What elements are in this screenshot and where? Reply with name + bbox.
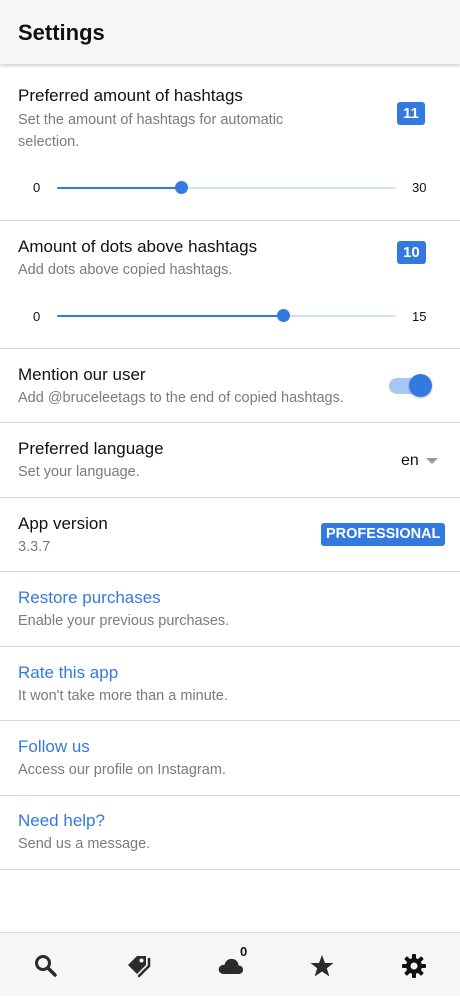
follow-us-link[interactable]: Follow us [18,737,90,757]
restore-purchases-item[interactable]: Restore purchases Enable your previous p… [0,572,460,646]
tab-bar: 0 [0,932,460,996]
page-title: Settings [18,20,105,45]
gear-icon [402,954,426,978]
setting-subtitle: It won't take more than a minute. [18,688,228,704]
follow-us-item[interactable]: Follow us Access our profile on Instagra… [0,721,460,795]
setting-title: Preferred amount of hashtags [18,86,243,105]
version-number: 3.3.7 [18,539,51,555]
setting-title: Amount of dots above hashtags [18,237,258,256]
setting-subtitle: Set your language. [18,464,140,480]
language-select-value[interactable]: en [401,452,419,470]
setting-subtitle: Enable your previous purchases. [18,613,230,629]
rate-app-item[interactable]: Rate this app It won't take more than a … [0,647,460,721]
tags-icon [128,956,151,978]
slider-max-label: 15 [412,309,427,324]
setting-language[interactable]: Preferred language Set your language. en [0,423,460,497]
tab-favorites[interactable] [276,933,368,997]
restore-purchases-link[interactable]: Restore purchases [18,588,161,608]
slider-min-label: 0 [33,180,41,195]
slider-fill [57,187,182,189]
setting-subtitle-cont: selection. [18,134,80,150]
header: Settings [0,0,460,64]
need-help-link[interactable]: Need help? [18,811,105,831]
tab-search[interactable] [0,933,92,997]
search-icon [35,955,57,977]
setting-subtitle: Access our profile on Instagram. [18,762,226,778]
divider [0,869,460,870]
dots-slider[interactable] [57,309,396,322]
slider-min-label: 0 [33,309,41,324]
toggle-knob [409,374,432,397]
setting-subtitle: Set the amount of hashtags for automatic [18,112,284,128]
slider-fill [57,315,283,317]
chevron-down-icon[interactable] [426,458,438,464]
star-icon [310,955,334,977]
slider-thumb[interactable] [277,309,290,322]
setting-hashtag-amount: Preferred amount of hashtags Set the amo… [0,64,460,221]
setting-dots-amount: Amount of dots above hashtags Add dots a… [0,221,460,349]
value-badge: 10 [397,241,426,264]
slider-thumb[interactable] [175,181,189,194]
tab-cloud[interactable]: 0 [184,933,276,997]
hashtag-slider[interactable] [57,181,396,194]
setting-title: App version [18,514,108,533]
setting-subtitle: Add dots above copied hashtags. [18,262,233,278]
mention-toggle[interactable] [389,374,432,397]
need-help-item[interactable]: Need help? Send us a message. [0,796,460,870]
setting-title: Mention our user [18,365,146,384]
tab-tags[interactable] [92,933,184,997]
status-badge: PROFESSIONAL [321,523,446,546]
setting-subtitle: Add @bruceleetags to the end of copied h… [18,390,344,406]
setting-app-version: App version 3.3.7 PROFESSIONAL [0,498,460,572]
slider-max-label: 30 [412,180,427,195]
tab-settings[interactable] [368,933,460,997]
setting-mention-user[interactable]: Mention our user Add @bruceleetags to th… [0,349,460,423]
setting-title: Preferred language [18,439,164,458]
setting-subtitle: Send us a message. [18,836,151,852]
rate-app-link[interactable]: Rate this app [18,663,118,683]
value-badge: 11 [397,102,425,125]
cloud-count-badge: 0 [240,944,248,959]
